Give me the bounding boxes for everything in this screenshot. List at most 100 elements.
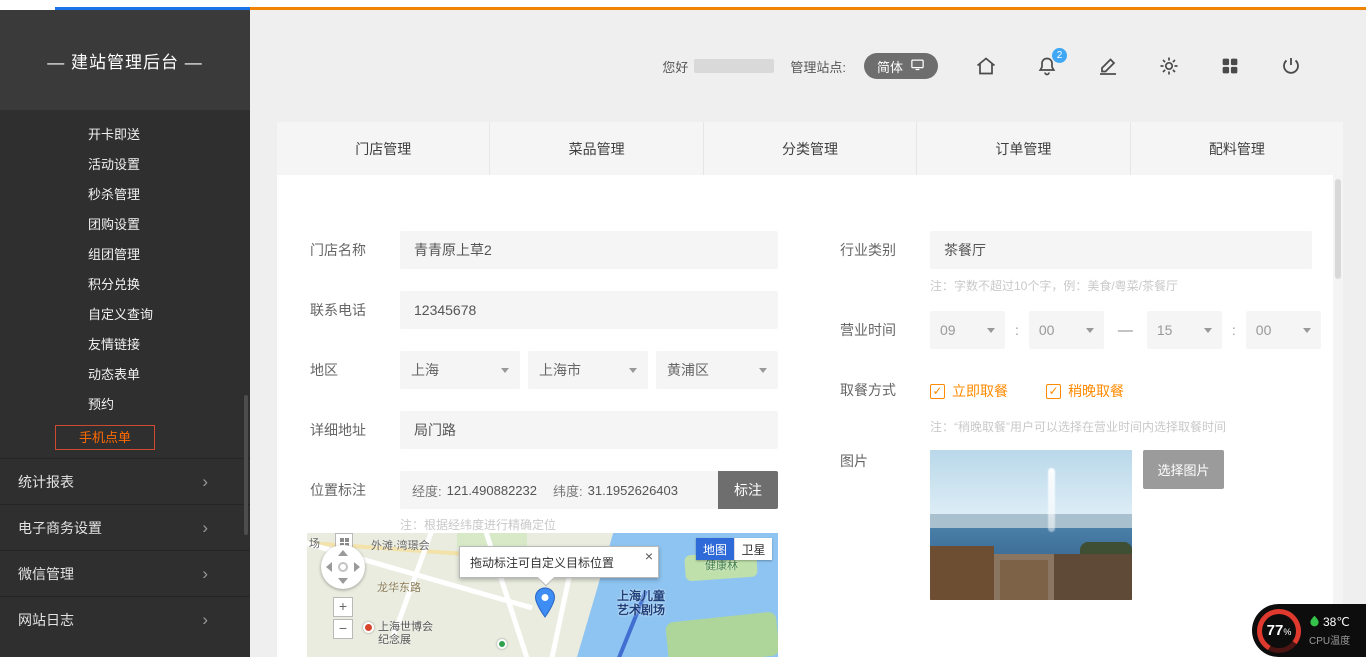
- map-marker-pin[interactable]: [533, 587, 557, 624]
- pan-center-icon[interactable]: [338, 562, 348, 572]
- photo-building: [1000, 560, 1048, 600]
- close-icon[interactable]: ×: [645, 549, 653, 563]
- sidebar-scrollbar-thumb[interactable]: [244, 395, 248, 535]
- tab-order-management[interactable]: 订单管理: [917, 122, 1130, 175]
- city-select[interactable]: 上海市: [528, 351, 648, 389]
- sidebar-section-statistics[interactable]: 统计报表 ›: [0, 458, 250, 504]
- map-label-longhua-road: 龙华东路: [377, 579, 421, 595]
- power-logout-icon[interactable]: [1278, 53, 1304, 79]
- sidebar-item-dynamic-form[interactable]: 动态表单: [0, 360, 250, 390]
- pan-right-icon[interactable]: [354, 562, 360, 572]
- leaf-icon: [1309, 614, 1320, 630]
- sidebar-item-groupbuy[interactable]: 团购设置: [0, 210, 250, 240]
- pickup-checkbox-later[interactable]: ✓ 稍晚取餐: [1046, 381, 1124, 401]
- caret-down-icon: [1086, 328, 1094, 333]
- chevron-right-icon: ›: [202, 564, 208, 584]
- sidebar-item-seckill[interactable]: 秒杀管理: [0, 180, 250, 210]
- industry-note: 注：字数不超过10个字，例：美食/粤菜/茶餐厅: [930, 277, 1178, 294]
- pan-up-icon[interactable]: [338, 550, 348, 556]
- map-pan-control[interactable]: [321, 545, 365, 589]
- caret-down-icon: [1303, 328, 1311, 333]
- store-name-input[interactable]: [400, 231, 778, 269]
- start-hour-select[interactable]: 09: [930, 311, 1005, 349]
- caret-down-icon: [1204, 328, 1212, 333]
- business-hours-label: 营业时间: [840, 311, 896, 349]
- caret-down-icon: [629, 368, 637, 373]
- section-label: 微信管理: [18, 564, 74, 584]
- tab-dish-management[interactable]: 菜品管理: [490, 122, 703, 175]
- tab-store-management[interactable]: 门店管理: [277, 122, 490, 175]
- zoom-out-button[interactable]: −: [333, 619, 353, 639]
- map-type-satellite-button[interactable]: 卫星: [734, 538, 772, 560]
- phone-label: 联系电话: [310, 291, 366, 329]
- longitude-label: 经度:: [412, 481, 442, 500]
- content-scrollbar-thumb[interactable]: [1335, 179, 1341, 279]
- sidebar-title: — 建站管理后台 —: [0, 10, 250, 110]
- sidebar-item-teambuy[interactable]: 组团管理: [0, 240, 250, 270]
- checkbox-checked-icon[interactable]: ✓: [930, 384, 945, 399]
- image-label: 图片: [840, 451, 868, 471]
- chevron-right-icon: ›: [202, 610, 208, 630]
- map-canvas[interactable]: 场 外滩·湾璟会 龙华东路 上海世博会纪念展 上海儿童艺术剧场 健康林 +: [307, 533, 778, 657]
- poi-red-icon: [363, 622, 374, 633]
- sidebar-item-mobile-order-active[interactable]: 手机点单: [55, 425, 155, 450]
- tab-category-management[interactable]: 分类管理: [704, 122, 917, 175]
- language-switch-button[interactable]: 简体: [864, 53, 938, 79]
- sidebar-item-points[interactable]: 积分兑换: [0, 270, 250, 300]
- notifications-bell-icon[interactable]: 2: [1034, 53, 1060, 79]
- region-label: 地区: [310, 351, 338, 389]
- pickup-option-label: 稍晚取餐: [1068, 381, 1124, 401]
- sidebar-item-links[interactable]: 友情链接: [0, 330, 250, 360]
- cpu-usage-percent: 77%: [1267, 622, 1292, 639]
- phone-input[interactable]: [400, 291, 778, 329]
- business-hours-row: 09 : 00 — 15 : 00: [930, 311, 1321, 349]
- tooltip-pointer: [538, 570, 555, 587]
- mark-location-button[interactable]: 标注: [718, 471, 778, 509]
- zoom-in-button[interactable]: +: [333, 597, 353, 617]
- site-label: 管理站点:: [790, 57, 846, 76]
- pan-left-icon[interactable]: [326, 562, 332, 572]
- module-tabs: 门店管理 菜品管理 分类管理 订单管理 配料管理: [277, 122, 1343, 175]
- sidebar-item-activity[interactable]: 活动设置: [0, 150, 250, 180]
- pan-down-icon[interactable]: [338, 578, 348, 584]
- home-icon[interactable]: [973, 53, 999, 79]
- sidebar-item-custom-query[interactable]: 自定义查询: [0, 300, 250, 330]
- sidebar-section-logs[interactable]: 网站日志 ›: [0, 596, 250, 642]
- pickup-checkbox-immediate[interactable]: ✓ 立即取餐: [930, 381, 1008, 401]
- settings-gear-icon[interactable]: [1156, 53, 1182, 79]
- sidebar-section-ecommerce[interactable]: 电子商务设置 ›: [0, 504, 250, 550]
- checkbox-checked-icon[interactable]: ✓: [1046, 384, 1061, 399]
- map-label-children-theatre: 上海儿童艺术剧场: [617, 589, 669, 617]
- map-type-map-button[interactable]: 地图: [696, 538, 734, 560]
- username-redacted: [694, 59, 774, 73]
- district-select[interactable]: 黄浦区: [656, 351, 778, 389]
- edit-icon[interactable]: [1095, 53, 1121, 79]
- sidebar-item-booking[interactable]: 预约: [0, 390, 250, 420]
- address-input[interactable]: [400, 411, 778, 449]
- cpu-temp-block: 38℃ CPU温度: [1309, 614, 1350, 647]
- tab-ingredient-management[interactable]: 配料管理: [1131, 122, 1343, 175]
- industry-input[interactable]: [930, 231, 1312, 269]
- pickup-note: 注：“稍晚取餐”用户可以选择在营业时间内选择取餐时间: [930, 418, 1226, 435]
- time-colon: :: [1230, 322, 1238, 338]
- apps-grid-icon[interactable]: [1217, 53, 1243, 79]
- monitor-icon: [910, 57, 925, 75]
- choose-image-button[interactable]: 选择图片: [1143, 450, 1224, 489]
- content-scrollbar[interactable]: [1333, 175, 1343, 657]
- location-note: 注：根据经纬度进行精确定位: [400, 516, 556, 533]
- sidebar-section-wechat[interactable]: 微信管理 ›: [0, 550, 250, 596]
- map-label-expo: 上海世博会纪念展: [363, 621, 449, 647]
- end-hour-select[interactable]: 15: [1147, 311, 1222, 349]
- photo-building: [930, 546, 994, 600]
- section-label: 统计报表: [18, 472, 74, 492]
- end-minute-select[interactable]: 00: [1246, 311, 1321, 349]
- location-label: 位置标注: [310, 471, 366, 509]
- sidebar-item-card-gift[interactable]: 开卡即送: [0, 120, 250, 150]
- language-label: 简体: [877, 57, 903, 76]
- start-minute-select[interactable]: 00: [1029, 311, 1104, 349]
- province-select[interactable]: 上海: [400, 351, 520, 389]
- photo-skyline: [930, 514, 1132, 528]
- time-colon: :: [1013, 322, 1021, 338]
- pickup-options: ✓ 立即取餐 ✓ 稍晚取餐: [930, 381, 1124, 401]
- coordinates-field[interactable]: 经度: 121.490882232 纬度: 31.1952626403 标注: [400, 471, 778, 509]
